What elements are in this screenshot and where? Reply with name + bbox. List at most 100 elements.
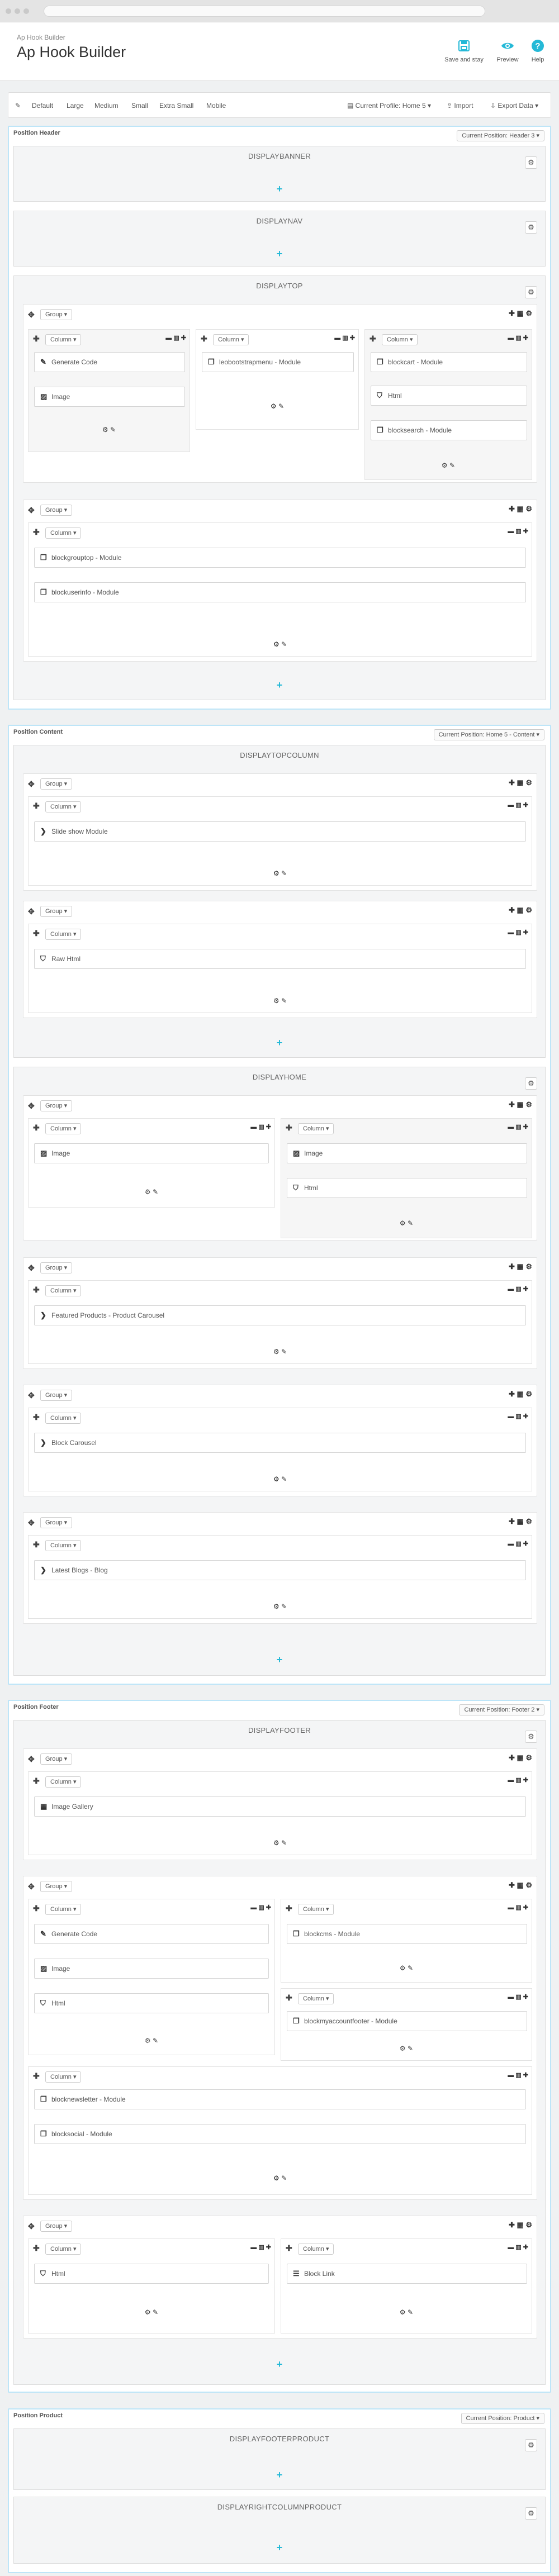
widget[interactable]: ⛉ Html bbox=[371, 386, 527, 406]
move-icon[interactable]: ✚ bbox=[33, 1285, 40, 1295]
group-tools[interactable]: ✚ ▦ ⚙ bbox=[509, 1262, 532, 1271]
position-dropdown[interactable]: Current Position: Footer 2 ▾ bbox=[459, 1704, 544, 1715]
column-dropdown[interactable]: Column ▾ bbox=[45, 2244, 82, 2255]
column-tools[interactable]: ▬ ▥ ✚ bbox=[508, 801, 528, 809]
add-group-icon[interactable]: + bbox=[14, 248, 545, 260]
column-footer-tools[interactable]: ⚙ ✎ bbox=[365, 462, 532, 469]
widget[interactable]: ☰ Block Link bbox=[287, 2264, 527, 2284]
widget[interactable]: ⛉ Html bbox=[34, 2264, 269, 2284]
widget[interactable]: ▨ Image bbox=[287, 1143, 527, 1163]
move-icon[interactable]: ✚ bbox=[286, 1123, 292, 1133]
import-button[interactable]: ⇪ Import bbox=[447, 102, 473, 110]
column-footer-tools[interactable]: ⚙ ✎ bbox=[196, 402, 358, 410]
move-icon[interactable]: ✚ bbox=[33, 1123, 40, 1133]
move-icon[interactable]: ✚ bbox=[33, 2244, 40, 2253]
move-icon[interactable]: ✚ bbox=[33, 527, 40, 537]
move-icon[interactable]: ✥ bbox=[28, 2222, 35, 2231]
pencil-icon[interactable]: ✎ bbox=[15, 102, 21, 110]
column-dropdown[interactable]: Column ▾ bbox=[45, 1776, 82, 1788]
column-tools[interactable]: ▬ ▥ ✚ bbox=[508, 1285, 528, 1292]
group-dropdown[interactable]: Group ▾ bbox=[40, 1881, 73, 1892]
group-dropdown[interactable]: Group ▾ bbox=[40, 1262, 73, 1273]
add-group-icon[interactable]: + bbox=[14, 1654, 545, 1666]
group-tools[interactable]: ✚ ▦ ⚙ bbox=[509, 1390, 532, 1399]
group-tools[interactable]: ✚ ▦ ⚙ bbox=[509, 1881, 532, 1890]
position-dropdown[interactable]: Current Position: Product ▾ bbox=[461, 2413, 544, 2424]
column-footer-tools[interactable]: ⚙ ✎ bbox=[29, 997, 532, 1005]
move-icon[interactable]: ✚ bbox=[33, 334, 40, 344]
column-dropdown[interactable]: Column ▾ bbox=[45, 1904, 82, 1915]
column-dropdown[interactable]: Column ▾ bbox=[213, 334, 249, 345]
column-tools[interactable]: ▬ ▥ ✚ bbox=[165, 334, 186, 341]
column-footer-tools[interactable]: ⚙ ✎ bbox=[281, 1219, 532, 1227]
widget[interactable]: ❐ blocksocial - Module bbox=[34, 2124, 526, 2144]
column-footer-tools[interactable]: ⚙ ✎ bbox=[29, 640, 532, 648]
column-footer-tools[interactable]: ⚙ ✎ bbox=[29, 426, 190, 434]
move-icon[interactable]: ✚ bbox=[286, 2244, 292, 2253]
column-tools[interactable]: ▬ ▥ ✚ bbox=[508, 1776, 528, 1784]
widget[interactable]: ❐ blockcart - Module bbox=[371, 352, 527, 372]
add-group-icon[interactable]: + bbox=[14, 2542, 545, 2554]
move-icon[interactable]: ✚ bbox=[33, 1540, 40, 1550]
group-tools[interactable]: ✚ ▦ ⚙ bbox=[509, 1517, 532, 1526]
column-dropdown[interactable]: Column ▾ bbox=[45, 1413, 82, 1424]
column-tools[interactable]: ▬ ▥ ✚ bbox=[508, 1904, 528, 1911]
move-icon[interactable]: ✚ bbox=[33, 2071, 40, 2081]
group-tools[interactable]: ✚ ▦ ⚙ bbox=[509, 505, 532, 514]
column-tools[interactable]: ▬ ▥ ✚ bbox=[508, 1413, 528, 1420]
column-dropdown[interactable]: Column ▾ bbox=[45, 929, 82, 940]
column-tools[interactable]: ▬ ▥ ✚ bbox=[250, 1904, 271, 1911]
widget[interactable]: ✎ Generate Code bbox=[34, 1924, 269, 1944]
widget[interactable]: ❯ Slide show Module bbox=[34, 821, 526, 842]
move-icon[interactable]: ✥ bbox=[28, 1518, 35, 1528]
help-button[interactable]: ? Help bbox=[515, 39, 559, 63]
group-tools[interactable]: ✚ ▦ ⚙ bbox=[509, 309, 532, 318]
move-icon[interactable]: ✥ bbox=[28, 780, 35, 789]
widget[interactable]: ❐ blocksearch - Module bbox=[371, 420, 527, 440]
column-tools[interactable]: ▬ ▥ ✚ bbox=[508, 2071, 528, 2079]
add-group-icon[interactable]: + bbox=[14, 2469, 545, 2481]
column-footer-tools[interactable]: ⚙ ✎ bbox=[29, 1475, 532, 1483]
column-dropdown[interactable]: Column ▾ bbox=[298, 1123, 334, 1134]
widget[interactable]: ❐ blockmyaccountfooter - Module bbox=[287, 2011, 527, 2031]
widget[interactable]: ⛉ Raw Html bbox=[34, 949, 526, 969]
gear-icon[interactable]: ⚙ bbox=[525, 221, 537, 234]
column-footer-tools[interactable]: ⚙ ✎ bbox=[29, 1839, 532, 1847]
add-group-icon[interactable]: + bbox=[14, 1037, 545, 1049]
widget[interactable]: ▨ Image bbox=[34, 1143, 269, 1163]
move-icon[interactable]: ✥ bbox=[28, 1755, 35, 1764]
group-dropdown[interactable]: Group ▾ bbox=[40, 1517, 73, 1528]
column-dropdown[interactable]: Column ▾ bbox=[382, 334, 418, 345]
gear-icon[interactable]: ⚙ bbox=[525, 156, 537, 169]
column-footer-tools[interactable]: ⚙ ✎ bbox=[281, 2045, 532, 2052]
column-footer-tools[interactable]: ⚙ ✎ bbox=[281, 2308, 532, 2316]
column-dropdown[interactable]: Column ▾ bbox=[45, 801, 82, 812]
column-dropdown[interactable]: Column ▾ bbox=[298, 1904, 334, 1915]
widget[interactable]: ⛉ Html bbox=[287, 1178, 527, 1198]
column-tools[interactable]: ▬ ▥ ✚ bbox=[508, 1123, 528, 1130]
column-dropdown[interactable]: Column ▾ bbox=[298, 1993, 334, 2004]
widget[interactable]: ❯ Latest Blogs - Blog bbox=[34, 1560, 526, 1580]
add-group-icon[interactable]: + bbox=[14, 679, 545, 691]
move-icon[interactable]: ✚ bbox=[33, 1776, 40, 1786]
group-tools[interactable]: ✚ ▦ ⚙ bbox=[509, 1100, 532, 1109]
add-group-icon[interactable]: + bbox=[14, 2359, 545, 2370]
widget[interactable]: ▦ Image Gallery bbox=[34, 1796, 526, 1817]
export-dropdown[interactable]: ⇩ Export Data ▾ bbox=[490, 102, 538, 110]
column-tools[interactable]: ▬ ▥ ✚ bbox=[508, 1993, 528, 2000]
group-tools[interactable]: ✚ ▦ ⚙ bbox=[509, 2221, 532, 2230]
group-dropdown[interactable]: Group ▾ bbox=[40, 309, 73, 320]
column-dropdown[interactable]: Column ▾ bbox=[45, 527, 82, 539]
device-extra-small[interactable]: Extra Small bbox=[159, 102, 193, 110]
column-footer-tools[interactable]: ⚙ ✎ bbox=[281, 1964, 532, 1972]
gear-icon[interactable]: ⚙ bbox=[525, 1731, 537, 1743]
move-icon[interactable]: ✥ bbox=[28, 907, 35, 916]
column-dropdown[interactable]: Column ▾ bbox=[45, 334, 82, 345]
widget[interactable]: ❐ blockgrouptop - Module bbox=[34, 548, 526, 568]
group-dropdown[interactable]: Group ▾ bbox=[40, 906, 73, 917]
widget[interactable]: ▨ Image bbox=[34, 387, 185, 407]
widget[interactable]: ❯ Featured Products - Product Carousel bbox=[34, 1305, 526, 1325]
move-icon[interactable]: ✚ bbox=[286, 1993, 292, 2003]
widget[interactable]: ❯ Block Carousel bbox=[34, 1433, 526, 1453]
widget[interactable]: ❐ blockcms - Module bbox=[287, 1924, 527, 1944]
